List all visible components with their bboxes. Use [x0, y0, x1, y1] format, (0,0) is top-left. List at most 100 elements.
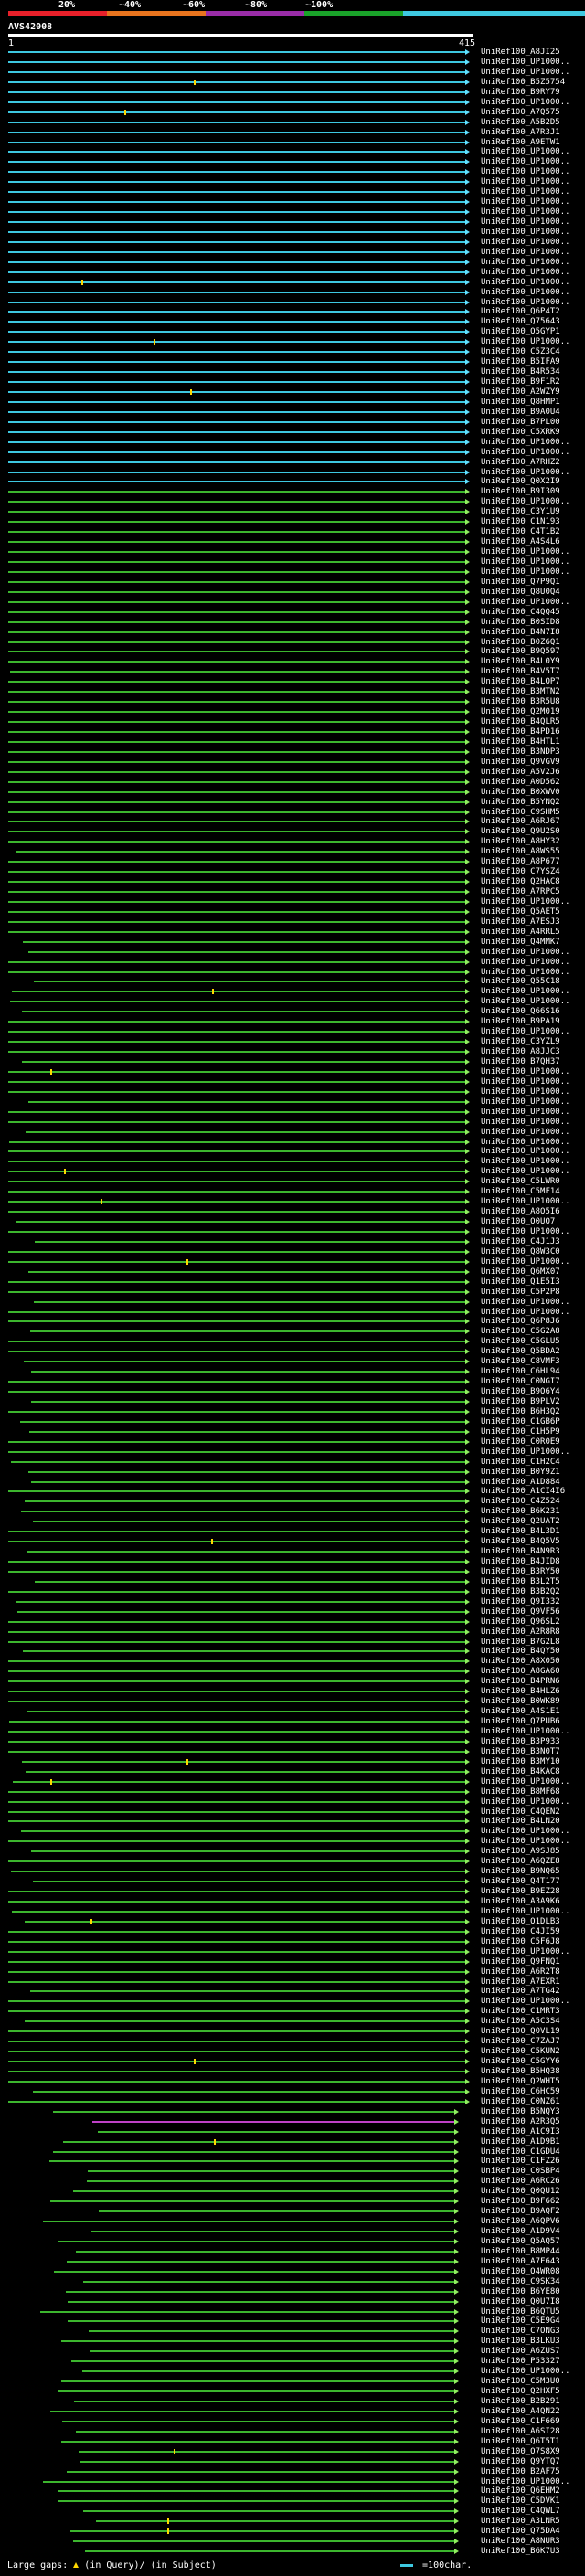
hit-row[interactable]: UniRef100_B6QTU5 — [0, 2307, 585, 2317]
subject-link[interactable]: UniRef100_UP1000.. — [481, 98, 570, 108]
subject-link[interactable]: UniRef100_C4J1J3 — [481, 1237, 560, 1247]
subject-link[interactable]: UniRef100_B9A0U4 — [481, 408, 560, 418]
subject-link[interactable]: UniRef100_C9SHM5 — [481, 808, 560, 818]
hit-row[interactable]: UniRef100_UP1000.. — [0, 1087, 585, 1097]
hit-row[interactable]: UniRef100_B0WK89 — [0, 1697, 585, 1707]
subject-link[interactable]: UniRef100_B6YE80 — [481, 2287, 560, 2297]
hit-row[interactable]: UniRef100_C1F669 — [0, 2417, 585, 2427]
hit-row[interactable]: UniRef100_Q0X2I9 — [0, 477, 585, 487]
subject-link[interactable]: UniRef100_Q7PUB6 — [481, 1717, 560, 1727]
hit-row[interactable]: UniRef100_C6HC59 — [0, 2087, 585, 2097]
hit-row[interactable]: UniRef100_UP1000.. — [0, 207, 585, 217]
subject-link[interactable]: UniRef100_Q4T177 — [481, 1877, 560, 1887]
hit-row[interactable]: UniRef100_B3RY50 — [0, 1567, 585, 1577]
hit-row[interactable]: UniRef100_A0D562 — [0, 778, 585, 788]
hit-row[interactable]: UniRef100_C5E9G4 — [0, 2316, 585, 2327]
hit-row[interactable]: UniRef100_A6SI28 — [0, 2427, 585, 2437]
hit-row[interactable]: UniRef100_C0R0E9 — [0, 1437, 585, 1447]
subject-link[interactable]: UniRef100_C4JI59 — [481, 1927, 560, 1937]
hit-row[interactable]: UniRef100_B3L2T5 — [0, 1577, 585, 1587]
subject-link[interactable]: UniRef100_C5F6J8 — [481, 1937, 560, 1947]
hit-row[interactable]: UniRef100_A1CI4I6 — [0, 1487, 585, 1497]
subject-link[interactable]: UniRef100_Q0VL19 — [481, 2027, 560, 2037]
hit-row[interactable]: UniRef100_A7F643 — [0, 2257, 585, 2267]
hit-row[interactable]: UniRef100_B8MF68 — [0, 1787, 585, 1797]
subject-link[interactable]: UniRef100_B0Y9Z1 — [481, 1468, 560, 1478]
subject-link[interactable]: UniRef100_B5HQ38 — [481, 2067, 560, 2077]
hit-row[interactable]: UniRef100_C6HL94 — [0, 1367, 585, 1377]
hit-row[interactable]: UniRef100_Q6P4T2 — [0, 307, 585, 317]
subject-link[interactable]: UniRef100_A6QPV6 — [481, 2217, 560, 2227]
subject-link[interactable]: UniRef100_A6ZUS7 — [481, 2347, 560, 2357]
hit-row[interactable]: UniRef100_B3N0T7 — [0, 1747, 585, 1757]
subject-link[interactable]: UniRef100_Q6EHM2 — [481, 2486, 560, 2496]
subject-link[interactable]: UniRef100_A3LNR5 — [481, 2517, 560, 2527]
subject-link[interactable]: UniRef100_B7PL00 — [481, 418, 560, 428]
hit-row[interactable]: UniRef100_A7R3J1 — [0, 128, 585, 138]
subject-link[interactable]: UniRef100_B3MTN2 — [481, 687, 560, 697]
hit-row[interactable]: UniRef100_B3MY10 — [0, 1757, 585, 1767]
hit-row[interactable]: UniRef100_C7YSZ4 — [0, 867, 585, 877]
subject-link[interactable]: UniRef100_B4PRN6 — [481, 1677, 560, 1687]
hit-row[interactable]: UniRef100_C4QEN2 — [0, 1807, 585, 1818]
hit-row[interactable]: UniRef100_UP1000.. — [0, 1257, 585, 1267]
hit-row[interactable]: UniRef100_UP1000.. — [0, 987, 585, 997]
subject-link[interactable]: UniRef100_Q9VGV9 — [481, 758, 560, 768]
hit-row[interactable]: UniRef100_A1D9B1 — [0, 2137, 585, 2147]
hit-row[interactable]: UniRef100_UP1000.. — [0, 497, 585, 507]
subject-link[interactable]: UniRef100_UP1000.. — [481, 288, 570, 298]
subject-link[interactable]: UniRef100_UP1000.. — [481, 1727, 570, 1737]
subject-link[interactable]: UniRef100_UP1000.. — [481, 2477, 570, 2487]
hit-row[interactable]: UniRef100_C1H5P9 — [0, 1427, 585, 1437]
subject-link[interactable]: UniRef100_UP1000.. — [481, 187, 570, 197]
hit-row[interactable]: UniRef100_A6RC26 — [0, 2177, 585, 2187]
hit-row[interactable]: UniRef100_B0SID8 — [0, 618, 585, 628]
hit-row[interactable]: UniRef100_B4QY50 — [0, 1647, 585, 1657]
subject-link[interactable]: UniRef100_B4L0Y9 — [481, 657, 560, 667]
subject-link[interactable]: UniRef100_B9Q6Y4 — [481, 1387, 560, 1397]
subject-link[interactable]: UniRef100_A9ETW1 — [481, 138, 560, 148]
hit-row[interactable]: UniRef100_UP1000.. — [0, 1067, 585, 1077]
hit-row[interactable]: UniRef100_A4S1E1 — [0, 1707, 585, 1717]
hit-row[interactable]: UniRef100_Q5AQ57 — [0, 2237, 585, 2247]
hit-row[interactable]: UniRef100_UP1000.. — [0, 278, 585, 288]
hit-row[interactable]: UniRef100_Q2HXF5 — [0, 2387, 585, 2397]
subject-link[interactable]: UniRef100_Q8HMP1 — [481, 398, 560, 408]
subject-link[interactable]: UniRef100_C4Z524 — [481, 1497, 560, 1507]
hit-row[interactable]: UniRef100_B9EZ28 — [0, 1887, 585, 1897]
hit-row[interactable]: UniRef100_UP1000.. — [0, 968, 585, 978]
hit-row[interactable]: UniRef100_A7EXR1 — [0, 1977, 585, 1988]
hit-row[interactable]: UniRef100_UP1000.. — [0, 1837, 585, 1847]
hit-row[interactable]: UniRef100_Q8W3C0 — [0, 1247, 585, 1257]
subject-link[interactable]: UniRef100_B9F1R2 — [481, 377, 560, 387]
hit-row[interactable]: UniRef100_UP1000.. — [0, 1947, 585, 1957]
subject-link[interactable]: UniRef100_Q2WHT5 — [481, 2077, 560, 2087]
hit-row[interactable]: UniRef100_Q2HAC8 — [0, 877, 585, 887]
subject-link[interactable]: UniRef100_UP1000.. — [481, 598, 570, 608]
subject-link[interactable]: UniRef100_B9NQ65 — [481, 1867, 560, 1877]
subject-link[interactable]: UniRef100_B3B2Q2 — [481, 1587, 560, 1597]
subject-link[interactable]: UniRef100_UP1000.. — [481, 1197, 570, 1207]
hit-row[interactable]: UniRef100_C7ONG3 — [0, 2327, 585, 2337]
subject-link[interactable]: UniRef100_B3P933 — [481, 1737, 560, 1747]
hit-row[interactable]: UniRef100_UP1000.. — [0, 1447, 585, 1458]
hit-row[interactable]: UniRef100_UP1000.. — [0, 1157, 585, 1167]
hit-row[interactable]: UniRef100_C5MF14 — [0, 1187, 585, 1197]
hit-row[interactable]: UniRef100_A8X050 — [0, 1657, 585, 1667]
subject-link[interactable]: UniRef100_UP1000.. — [481, 197, 570, 207]
subject-link[interactable]: UniRef100_B3LKU3 — [481, 2337, 560, 2347]
subject-link[interactable]: UniRef100_B4JID8 — [481, 1557, 560, 1567]
hit-row[interactable]: UniRef100_B7PL00 — [0, 418, 585, 428]
hit-row[interactable]: UniRef100_C5LWR0 — [0, 1177, 585, 1187]
hit-row[interactable]: UniRef100_C5Z3C4 — [0, 347, 585, 357]
subject-link[interactable]: UniRef100_B5Z5754 — [481, 78, 565, 88]
hit-row[interactable]: UniRef100_UP1000.. — [0, 1167, 585, 1177]
hit-row[interactable]: UniRef100_UP1000.. — [0, 2477, 585, 2487]
subject-link[interactable]: UniRef100_B6H3Q2 — [481, 1407, 560, 1417]
hit-row[interactable]: UniRef100_P53327 — [0, 2357, 585, 2367]
hit-row[interactable]: UniRef100_UP1000.. — [0, 438, 585, 448]
subject-link[interactable]: UniRef100_B0WK89 — [481, 1697, 560, 1707]
subject-link[interactable]: UniRef100_Q9I332 — [481, 1597, 560, 1607]
subject-link[interactable]: UniRef100_B5NQY3 — [481, 2107, 560, 2117]
subject-link[interactable]: UniRef100_UP1000.. — [481, 987, 570, 997]
